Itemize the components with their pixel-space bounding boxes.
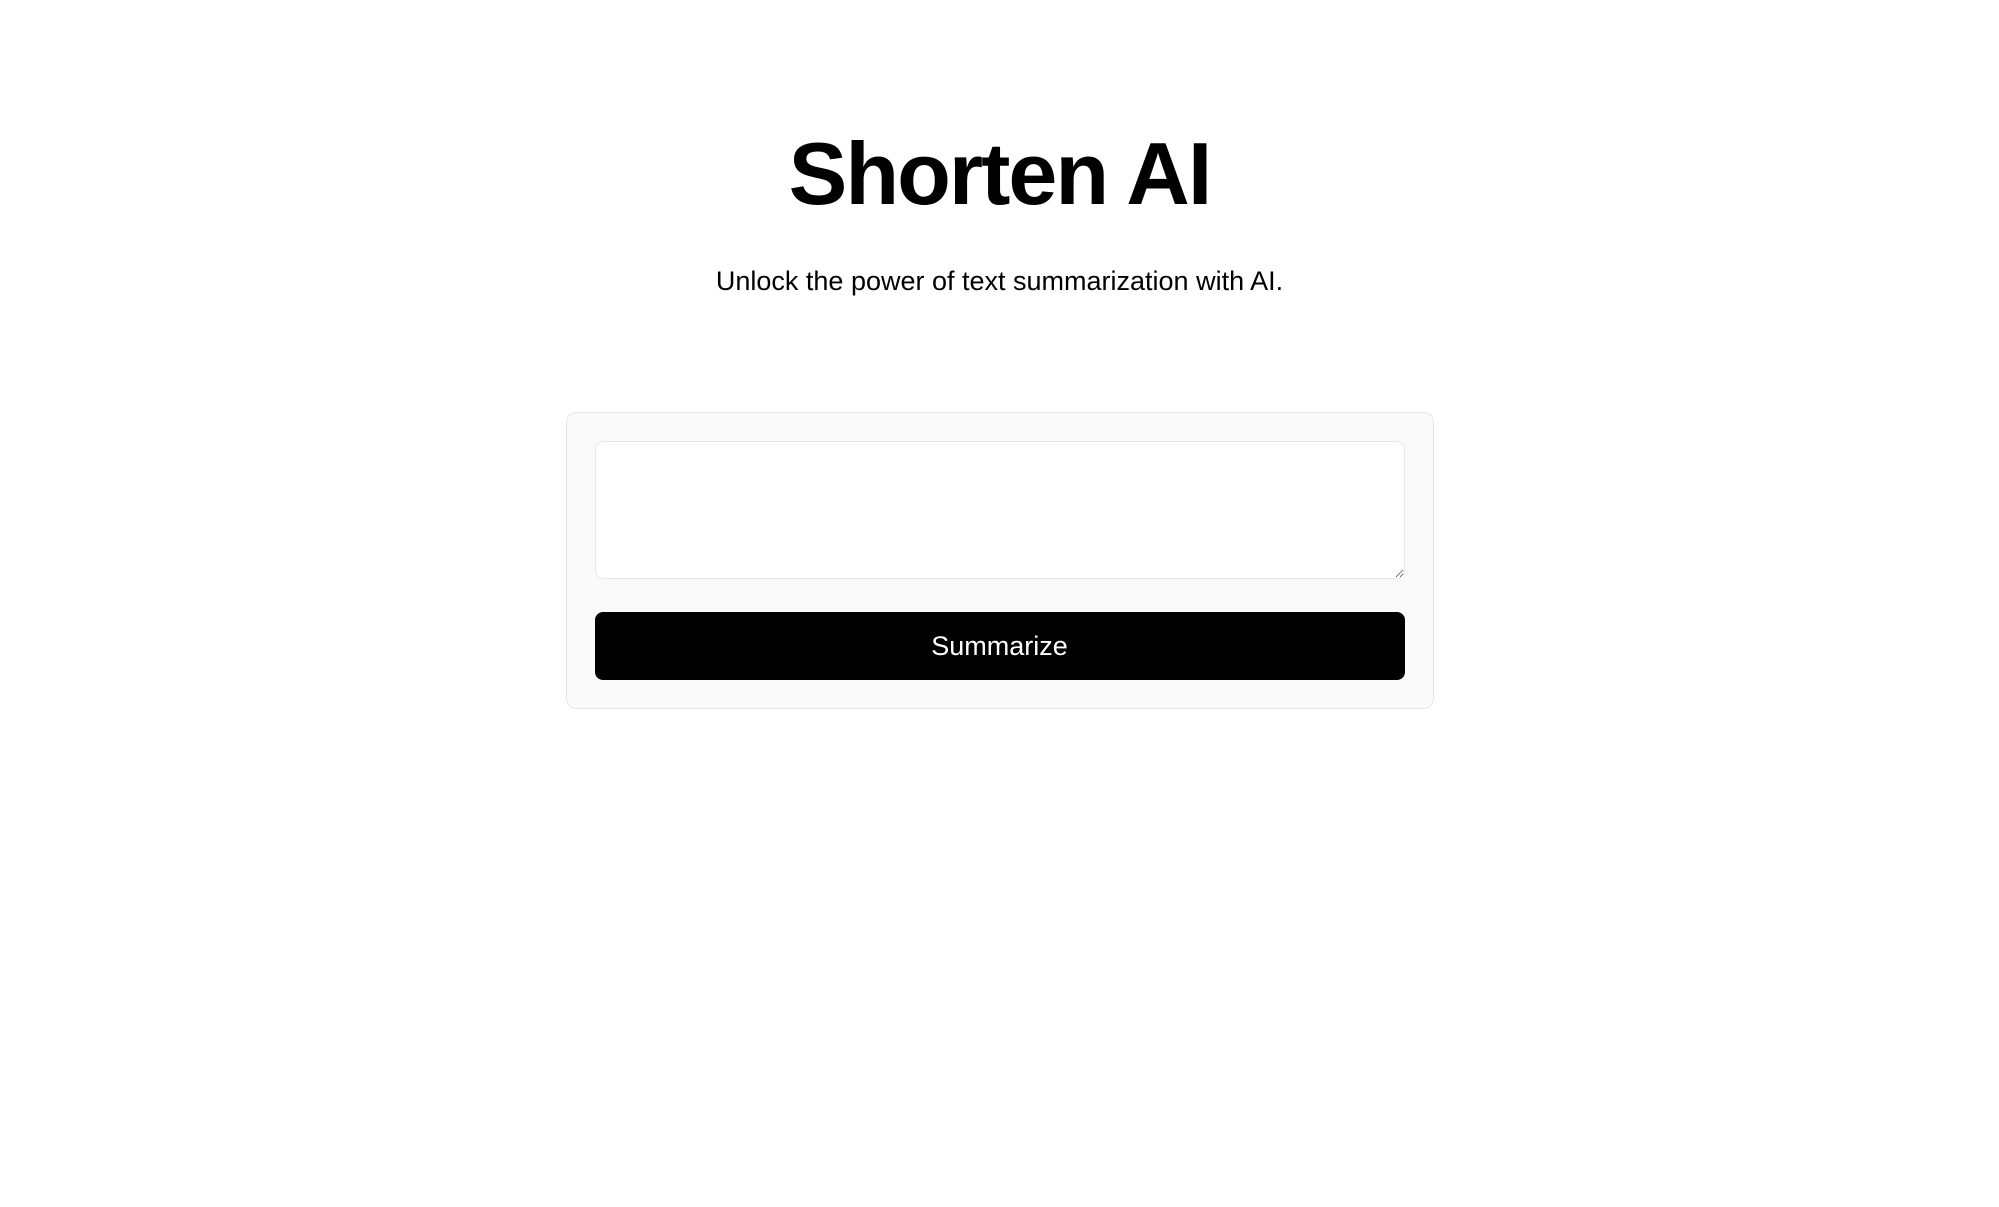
summarize-button[interactable]: Summarize (595, 612, 1405, 680)
page-title: Shorten AI (716, 130, 1283, 218)
summarize-card: Summarize (566, 412, 1434, 709)
header: Shorten AI Unlock the power of text summ… (716, 130, 1283, 297)
text-input[interactable] (595, 441, 1405, 579)
page-subtitle: Unlock the power of text summarization w… (716, 266, 1283, 297)
